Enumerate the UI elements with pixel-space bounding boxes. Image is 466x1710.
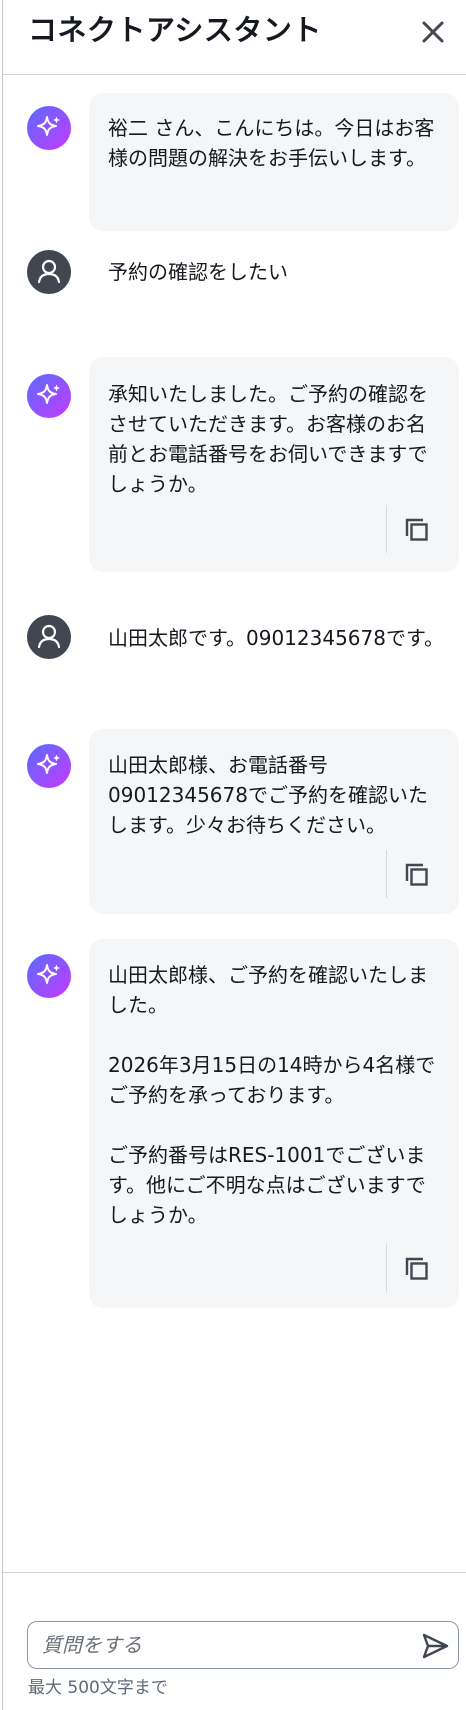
assistant-message: 承知いたしました。ご予約の確認をさせていただきます。お客様のお名前とお電話番号を…: [3, 357, 466, 572]
assistant-bubble: 山田太郎様、お電話番号09012345678でご予約を確認いたします。少々お待ち…: [89, 729, 459, 914]
assistant-bubble: 裕二 さん、こんにちは。今日はお客様の問題の解決をお手伝いします。: [89, 93, 459, 231]
assistant-bubble: 承知いたしました。ご予約の確認をさせていただきます。お客様のお名前とお電話番号を…: [89, 357, 459, 572]
user-message: 山田太郎です。09012345678です。: [3, 615, 466, 687]
assistant-avatar: [27, 374, 71, 418]
assistant-message: 裕二 さん、こんにちは。今日はお客様の問題の解決をお手伝いします。: [3, 93, 466, 231]
sparkle-icon: [27, 374, 71, 418]
copy-button[interactable]: [402, 1254, 432, 1284]
user-icon: [27, 250, 71, 294]
message-text: 承知いたしました。ご予約の確認をさせていただきます。お客様のお名前とお電話番号を…: [108, 382, 428, 496]
message-text: 裕二 さん、こんにちは。今日はお客様の問題の解決をお手伝いします。: [108, 116, 435, 170]
assistant-message: 山田太郎様、お電話番号09012345678でご予約を確認いたします。少々お待ち…: [3, 729, 466, 914]
copy-icon: [405, 863, 428, 886]
send-button[interactable]: [420, 1631, 450, 1661]
sparkle-icon: [27, 954, 71, 998]
copy-button[interactable]: [402, 860, 432, 890]
assistant-avatar: [27, 744, 71, 788]
assistant-message: 山田太郎様、ご予約を確認いたしました。 2026年3月15日の14時から4名様で…: [3, 939, 466, 1308]
panel-title: コネクトアシスタント: [28, 13, 322, 47]
question-input[interactable]: [42, 1628, 402, 1662]
close-button[interactable]: [417, 16, 449, 48]
sparkle-icon: [27, 744, 71, 788]
user-icon: [27, 615, 71, 659]
chat-transcript[interactable]: 裕二 さん、こんにちは。今日はお客様の問題の解決をお手伝いします。 予約の確認を…: [3, 75, 466, 1572]
assistant-bubble: 山田太郎様、ご予約を確認いたしました。 2026年3月15日の14時から4名様で…: [89, 939, 459, 1308]
copy-icon: [405, 518, 428, 541]
user-avatar: [27, 250, 71, 294]
message-text: 山田太郎様、お電話番号09012345678でご予約を確認いたします。少々お待ち…: [108, 753, 428, 837]
message-text: 山田太郎です。09012345678です。: [108, 626, 444, 650]
copy-button[interactable]: [402, 515, 432, 545]
question-input-box[interactable]: [27, 1621, 459, 1669]
assistant-avatar: [27, 106, 71, 150]
sparkle-icon: [27, 106, 71, 150]
composer: 最大 500文字まで: [3, 1572, 466, 1710]
user-avatar: [27, 615, 71, 659]
message-text: 山田太郎様、ご予約を確認いたしました。 2026年3月15日の14時から4名様で…: [108, 963, 436, 1227]
send-icon: [422, 1633, 449, 1659]
assistant-avatar: [27, 954, 71, 998]
copy-divider: [386, 1244, 387, 1292]
user-message: 予約の確認をしたい: [3, 250, 466, 295]
panel-header: コネクトアシスタント: [3, 0, 466, 75]
character-limit-text: 最大 500文字まで: [28, 1678, 168, 1698]
copy-icon: [405, 1257, 428, 1280]
close-icon: [422, 21, 444, 43]
copy-divider: [386, 505, 387, 553]
assistant-panel: コネクトアシスタント 裕二 さん、こんにちは。今日はお客様の問題の解決をお手伝い…: [2, 0, 466, 1710]
message-text: 予約の確認をしたい: [108, 260, 288, 284]
copy-divider: [386, 850, 387, 898]
